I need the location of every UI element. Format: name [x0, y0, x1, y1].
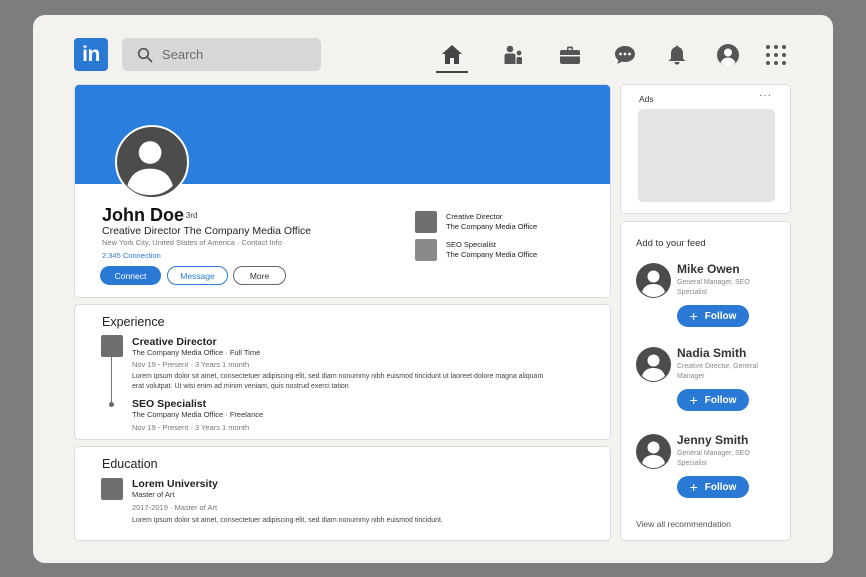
active-tab-indicator	[436, 71, 468, 73]
connection-degree: · 3rd	[181, 211, 198, 220]
school-description: Lorem ipsum dolor sit amet, consectetuer…	[132, 517, 443, 524]
follow-label: Follow	[704, 310, 737, 322]
avatar[interactable]	[636, 434, 671, 469]
profile-location[interactable]: New York City, United States of America …	[102, 238, 282, 247]
school-dates: 2017-2019 · Master of Art	[132, 503, 218, 512]
job-description: Lorem ipsum dolor sit amet, consectetuer…	[132, 373, 544, 390]
section-title: Experience	[102, 315, 165, 329]
plus-icon: +	[689, 392, 698, 408]
linkedin-logo[interactable]: in	[74, 38, 108, 71]
ads-label: Ads	[639, 94, 654, 104]
follow-label: Follow	[704, 481, 737, 493]
job-company: The Company Media Office · Freelance	[132, 410, 264, 419]
connect-button[interactable]: Connect	[100, 266, 161, 285]
person-name[interactable]: Nadia Smith	[677, 346, 746, 360]
message-button[interactable]: Message	[167, 266, 228, 285]
search-icon	[137, 47, 153, 62]
search-bar[interactable]	[122, 38, 321, 71]
company-logo	[415, 239, 437, 261]
plus-icon: +	[689, 308, 698, 324]
me-avatar-icon[interactable]	[715, 42, 741, 68]
job-dates: Nov 19 - Present · 3 Years 1 month	[132, 360, 250, 369]
job-title[interactable]: Creative Director	[132, 336, 217, 348]
profile-avatar[interactable]	[115, 125, 189, 199]
connections-count[interactable]: 2.345 Connection	[102, 251, 161, 260]
search-input[interactable]	[162, 47, 312, 62]
job-title[interactable]: SEO Specialist	[132, 398, 206, 410]
timeline-dot	[109, 402, 114, 407]
position-item[interactable]: SEO Specialist The Company Media Office	[415, 239, 537, 261]
position-title: SEO Specialist	[446, 240, 497, 249]
person-name[interactable]: Mike Owen	[677, 262, 740, 276]
school-name[interactable]: Lorem University	[132, 478, 218, 490]
follow-button[interactable]: + Follow	[677, 389, 749, 411]
position-company: The Company Media Office	[446, 222, 538, 231]
education-section: Education Lorem University Master of Art…	[74, 446, 611, 541]
view-all-link[interactable]: View all recommendation	[636, 519, 731, 529]
section-title: Education	[102, 457, 158, 471]
company-logo	[415, 211, 437, 233]
follow-label: Follow	[704, 394, 737, 406]
messaging-icon[interactable]	[612, 42, 638, 68]
school-degree: Master of Art	[132, 490, 175, 499]
company-logo	[101, 335, 123, 357]
job-dates: Nov 19 - Present · 3 Years 1 month	[132, 423, 250, 432]
profile-card: John Doe · 3rd Creative Director The Com…	[74, 84, 611, 298]
person-name[interactable]: Jenny Smith	[677, 433, 748, 447]
logo-text: in	[82, 42, 100, 66]
job-company: The Company Media Office · Full Time	[132, 348, 261, 357]
person-title: General Manager, SEO Specialist	[677, 450, 750, 467]
position-company: The Company Media Office	[446, 250, 538, 259]
feed-heading: Add to your feed	[636, 238, 706, 249]
position-title: Creative Director	[446, 212, 503, 221]
ads-card: Ads ···	[620, 84, 791, 214]
feed-recommendations: Add to your feed Mike Owen General Manag…	[620, 221, 791, 541]
follow-button[interactable]: + Follow	[677, 305, 749, 327]
school-logo	[101, 478, 123, 500]
plus-icon: +	[689, 479, 698, 495]
profile-headline: Creative Director The Company Media Offi…	[102, 225, 312, 237]
apps-grid-icon[interactable]	[763, 42, 789, 68]
ad-placeholder[interactable]	[638, 109, 775, 202]
avatar[interactable]	[636, 347, 671, 382]
home-icon[interactable]	[439, 42, 465, 68]
briefcase-icon[interactable]	[557, 42, 583, 68]
more-options-icon[interactable]: ···	[759, 90, 772, 101]
avatar[interactable]	[636, 263, 671, 298]
timeline-line	[111, 357, 112, 404]
more-button[interactable]: More	[233, 266, 286, 285]
people-icon[interactable]	[500, 42, 526, 68]
person-title: General Manager, SEO Specialist	[677, 279, 750, 296]
follow-button[interactable]: + Follow	[677, 476, 749, 498]
position-item[interactable]: Creative Director The Company Media Offi…	[415, 211, 537, 233]
experience-section: Experience Creative Director The Company…	[74, 304, 611, 440]
profile-name: John Doe	[102, 205, 185, 225]
notifications-icon[interactable]	[664, 42, 690, 68]
person-title: Creative Director, General Manager	[677, 363, 758, 380]
